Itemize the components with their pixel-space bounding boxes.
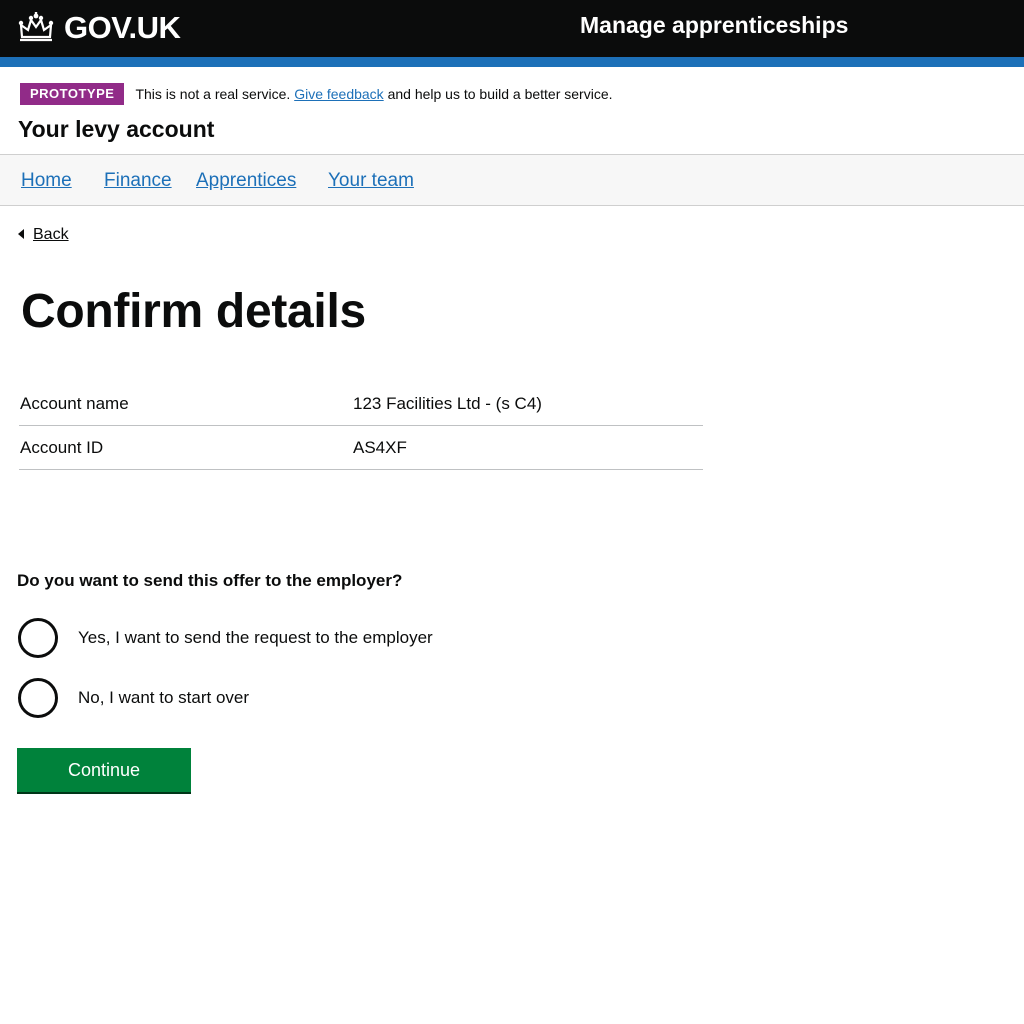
back-arrow-icon	[18, 229, 24, 239]
crown-icon	[18, 12, 54, 42]
radio-label: Yes, I want to send the request to the e…	[78, 628, 433, 647]
summary-row-account-id: Account ID AS4XF	[19, 426, 703, 470]
nav-item-your-team[interactable]: Your team	[328, 170, 414, 192]
radio-option-no[interactable]: No, I want to start over	[18, 678, 249, 718]
nav-item-finance[interactable]: Finance	[104, 170, 172, 192]
service-name-link[interactable]: Manage apprenticeships	[580, 12, 848, 39]
radio-button[interactable]	[18, 618, 58, 658]
header-stripe	[0, 57, 1024, 67]
question-legend: Do you want to send this offer to the em…	[17, 571, 403, 590]
summary-list: Account name 123 Facilities Ltd - (s C4)…	[19, 382, 703, 470]
govuk-logo-link[interactable]: GOV.UK	[16, 8, 181, 48]
logo-text: GOV.UK	[64, 10, 181, 45]
give-feedback-link[interactable]: Give feedback	[294, 86, 384, 102]
site-header: GOV.UK Manage apprenticeships	[0, 0, 1024, 57]
account-title: Your levy account	[18, 116, 215, 142]
back-link-label: Back	[33, 226, 69, 243]
radio-button[interactable]	[18, 678, 58, 718]
page-title: Confirm details	[21, 285, 366, 338]
summary-value: AS4XF	[353, 437, 407, 457]
phase-banner: PROTOTYPE This is not a real service. Gi…	[20, 83, 613, 105]
summary-row-account-name: Account name 123 Facilities Ltd - (s C4)	[19, 382, 703, 426]
main-nav: Home Finance Apprentices Your team	[0, 154, 1024, 206]
summary-key: Account ID	[20, 437, 104, 457]
summary-value: 123 Facilities Ltd - (s C4)	[353, 393, 542, 413]
phase-text-before: This is not a real service.	[135, 86, 291, 102]
radio-label: No, I want to start over	[78, 688, 250, 707]
continue-button[interactable]: Continue	[17, 748, 191, 792]
phase-banner-text: This is not a real service. Give feedbac…	[135, 86, 612, 102]
nav-item-apprentices[interactable]: Apprentices	[196, 170, 296, 192]
phase-tag: PROTOTYPE	[20, 83, 125, 105]
summary-key: Account name	[20, 393, 129, 413]
back-link[interactable]: Back	[18, 226, 69, 244]
phase-text-after: and help us to build a better service.	[387, 86, 613, 102]
nav-item-home[interactable]: Home	[21, 170, 72, 192]
radio-option-yes[interactable]: Yes, I want to send the request to the e…	[18, 618, 433, 658]
